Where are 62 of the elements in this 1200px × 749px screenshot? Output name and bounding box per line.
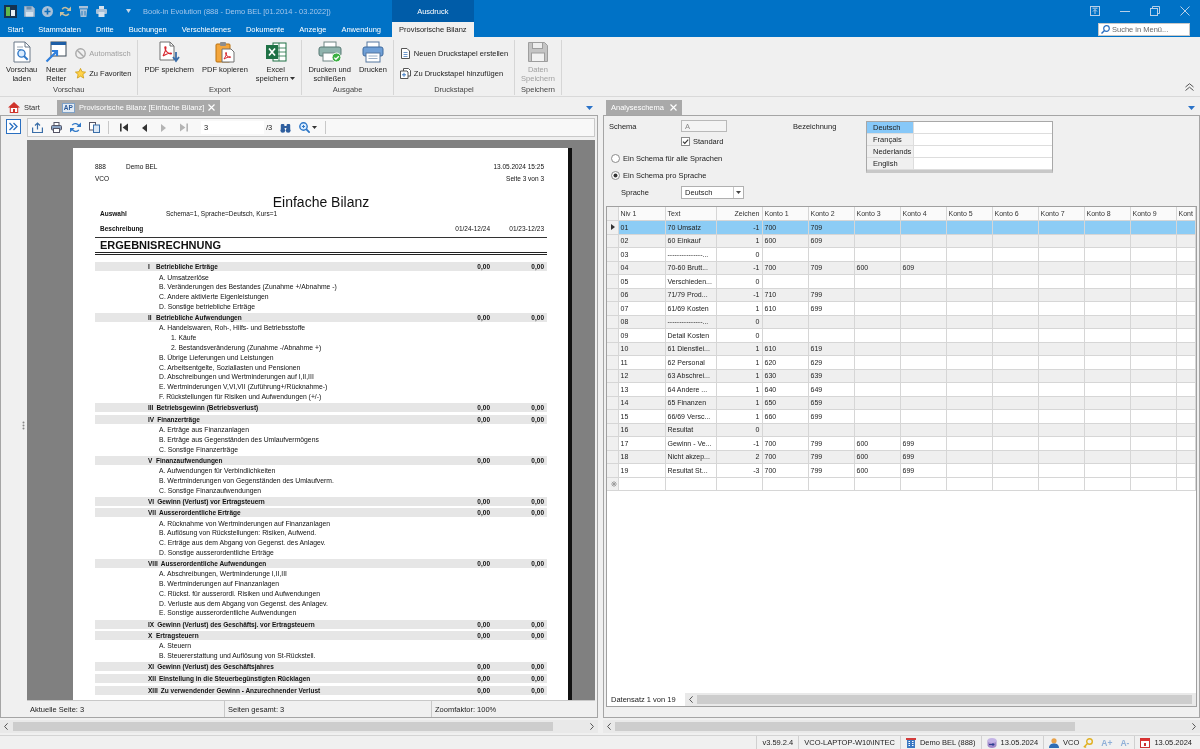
customize-caret-icon[interactable] — [126, 9, 131, 13]
radio-button[interactable] — [611, 153, 620, 163]
spreadsheet-icon — [264, 41, 287, 63]
export-icon[interactable] — [32, 122, 43, 133]
document-icon — [399, 48, 411, 59]
printer-icon[interactable] — [51, 122, 62, 133]
previous-page-icon[interactable] — [142, 123, 147, 132]
user-icon[interactable] — [1049, 737, 1060, 748]
report-title: Einfache Bilanz — [272, 193, 370, 211]
caret-icon[interactable] — [290, 77, 296, 80]
scroll-left-icon[interactable] — [607, 723, 611, 730]
binoculars-icon[interactable] — [280, 122, 292, 133]
clipboard-pdf-icon — [213, 41, 236, 63]
documents-icon — [399, 68, 411, 79]
horizontal-scrollbar[interactable] — [603, 720, 1200, 733]
search-icon — [1101, 25, 1110, 34]
radio-button[interactable] — [611, 171, 620, 180]
pdf-download-icon — [158, 41, 181, 63]
scrollbar-thumb[interactable] — [13, 722, 553, 731]
scroll-left-icon[interactable] — [688, 695, 693, 703]
tab-list-caret-icon[interactable] — [586, 105, 593, 110]
trash-icon[interactable] — [78, 5, 89, 17]
minimize-icon[interactable] — [1120, 10, 1130, 12]
prohibited-icon — [75, 48, 87, 59]
splitter-grip-icon[interactable] — [22, 421, 25, 430]
expand-panel-icon[interactable] — [5, 119, 21, 134]
save-icon[interactable] — [24, 5, 35, 17]
star-icon — [75, 68, 87, 79]
new-row-icon[interactable] — [611, 480, 617, 487]
building-icon[interactable] — [905, 737, 916, 748]
refresh-icon[interactable] — [60, 5, 71, 17]
calendar-icon[interactable] — [1140, 737, 1151, 748]
refresh-icon[interactable] — [70, 122, 81, 133]
printer-check-icon — [317, 41, 342, 63]
checkbox[interactable] — [681, 136, 690, 146]
current-row-icon — [611, 224, 615, 231]
ribbon-options-icon[interactable] — [1090, 6, 1100, 16]
printer-icon — [361, 41, 384, 63]
section-heading: ERGEBNISRECHNUNG — [99, 238, 221, 252]
scrollbar-thumb[interactable] — [696, 694, 1192, 704]
horizontal-scrollbar[interactable] — [684, 692, 1196, 706]
scroll-right-icon[interactable] — [1192, 723, 1196, 730]
window-arrow-icon — [45, 41, 68, 63]
first-page-icon[interactable] — [120, 123, 128, 132]
tab-list-caret-icon[interactable] — [1188, 105, 1195, 110]
horizontal-scrollbar[interactable] — [0, 720, 598, 733]
close-icon[interactable] — [1180, 6, 1190, 16]
database-icon[interactable] — [986, 737, 997, 748]
home-icon — [8, 102, 20, 113]
scrollbar-thumb[interactable] — [615, 722, 1075, 731]
zoom-icon[interactable] — [299, 122, 311, 133]
add-icon[interactable] — [42, 5, 53, 17]
zoom-caret-icon[interactable] — [312, 126, 318, 129]
collapse-ribbon-icon[interactable] — [1185, 83, 1194, 91]
dropdown-arrow-icon[interactable] — [736, 191, 741, 194]
scroll-left-icon[interactable] — [4, 723, 8, 730]
scroll-right-icon[interactable] — [590, 723, 594, 730]
copy-icon[interactable] — [89, 122, 100, 133]
app-logo-icon[interactable] — [4, 4, 17, 18]
printer-icon[interactable] — [96, 5, 107, 17]
restore-icon[interactable] — [1150, 6, 1160, 16]
document-magnifier-icon — [10, 41, 33, 63]
